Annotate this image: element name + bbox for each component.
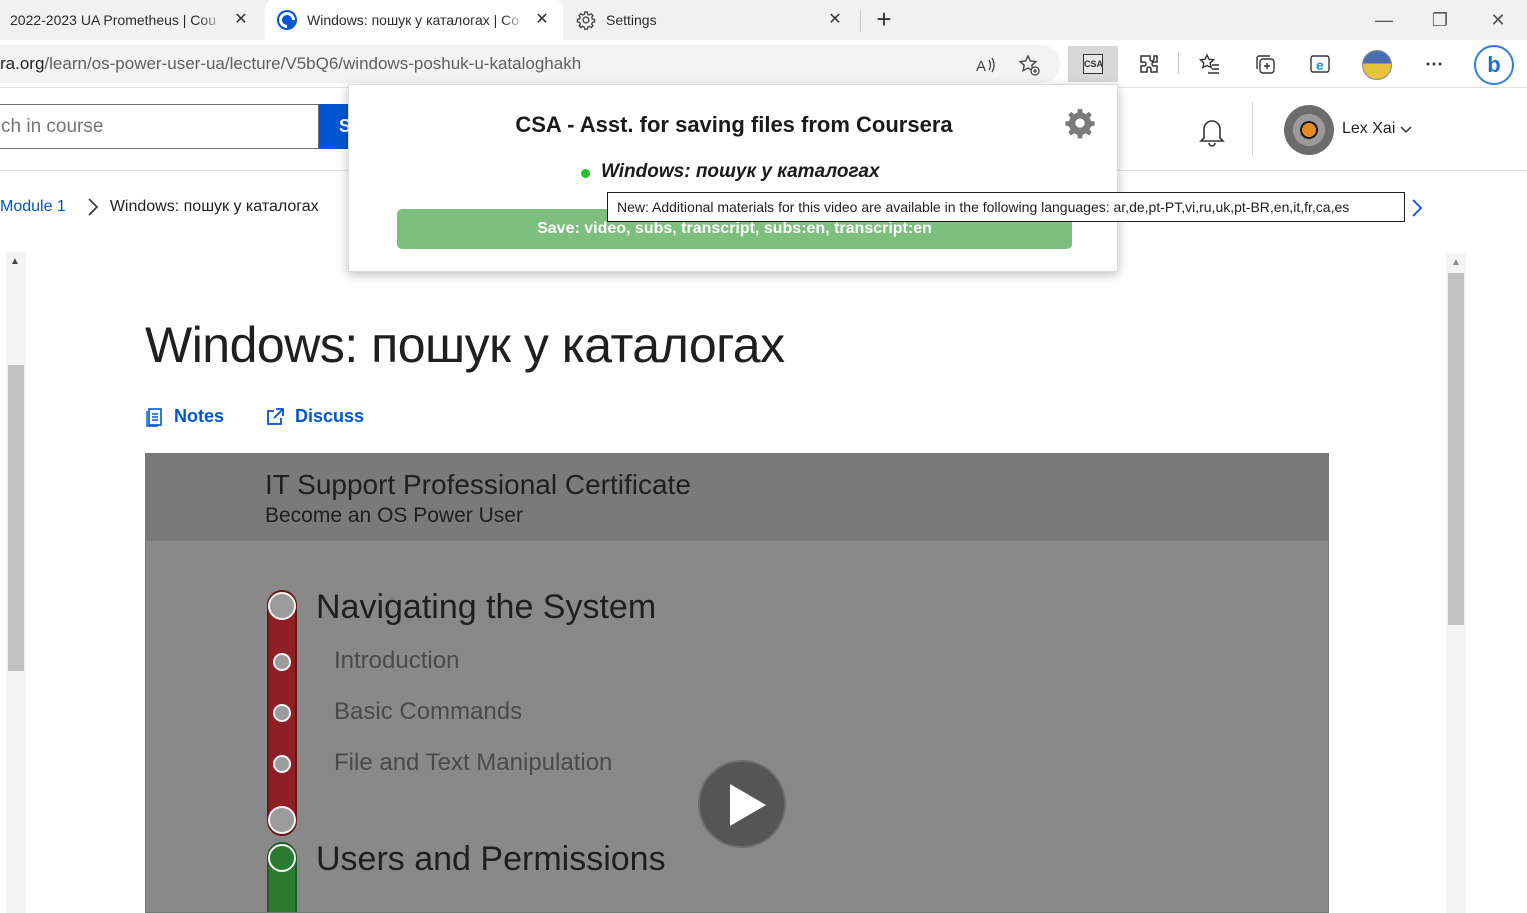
bing-chat-button[interactable]: b: [1474, 45, 1514, 85]
svg-text:A: A: [976, 58, 986, 75]
window-close-button[interactable]: ✕: [1486, 8, 1510, 32]
new-tab-button[interactable]: +: [870, 6, 898, 34]
discuss-button[interactable]: Discuss: [265, 406, 364, 427]
scroll-thumb[interactable]: [8, 365, 24, 671]
slide-list-item: Introduction: [334, 647, 460, 674]
track-node: [268, 806, 296, 834]
video-slide-header: IT Support Professional Certificate Beco…: [146, 454, 1328, 541]
minimize-button[interactable]: —: [1372, 8, 1396, 32]
scroll-up-icon[interactable]: ▲: [10, 256, 20, 267]
breadcrumb-module-link[interactable]: Module 1: [0, 198, 66, 216]
svg-text:e: e: [1316, 57, 1324, 73]
track-node: [273, 653, 291, 671]
close-icon[interactable]: ✕: [232, 11, 250, 29]
track-node: [273, 704, 291, 722]
url-path: /learn/os-power-user-ua/lecture/V5bQ6/wi…: [44, 54, 582, 73]
external-link-icon: [267, 407, 284, 425]
breadcrumb: Module 1 Windows: пошук у каталогах: [0, 195, 319, 219]
next-item-arrow-icon[interactable]: [1408, 198, 1426, 218]
popup-title: CSA - Asst. for saving files from Course…: [515, 112, 953, 137]
read-aloud-icon[interactable]: A: [974, 54, 996, 76]
url-text[interactable]: ra.org/learn/os-power-user-ua/lecture/V5…: [0, 54, 581, 74]
track-node: [268, 592, 296, 620]
status-indicator: [581, 169, 590, 178]
tab-divider: [860, 10, 861, 32]
tab-strip: 2022-2023 UA Prometheus | Cou ✕ Windows:…: [0, 0, 1527, 40]
toolbar-divider: [1178, 52, 1179, 74]
ie-mode-icon[interactable]: e: [1307, 52, 1333, 78]
gear-icon[interactable]: [1064, 107, 1096, 139]
video-player[interactable]: IT Support Professional Certificate Beco…: [145, 453, 1329, 913]
coursera-favicon-icon: [277, 10, 297, 30]
favorites-icon[interactable]: [1197, 52, 1223, 78]
popup-video-name: Windows: пошук у каталогах: [601, 161, 880, 182]
gear-icon: [576, 11, 596, 30]
restore-button[interactable]: ❐: [1428, 8, 1452, 32]
add-favorite-icon[interactable]: [1018, 54, 1040, 76]
user-name[interactable]: Lex Xai: [1342, 120, 1395, 138]
collections-icon[interactable]: [1252, 52, 1278, 78]
track-node: [268, 844, 296, 872]
tab-label: Settings: [606, 12, 657, 28]
browser-window: 2022-2023 UA Prometheus | Cou ✕ Windows:…: [0, 0, 1527, 913]
course-search-input[interactable]: [0, 104, 319, 149]
lecture-title: Windows: пошук у каталогах: [145, 317, 785, 373]
extensions-icon[interactable]: [1136, 52, 1162, 78]
tab-settings[interactable]: Settings ✕: [566, 0, 856, 40]
csa-extension-icon: CSA: [1083, 54, 1103, 74]
profile-avatar[interactable]: [1362, 50, 1392, 80]
close-icon[interactable]: ✕: [826, 11, 844, 29]
notes-icon: [146, 407, 162, 427]
slide-list-item: Basic Commands: [334, 698, 523, 725]
notes-label: Notes: [174, 406, 225, 426]
header-divider: [1252, 102, 1253, 156]
scroll-up-icon[interactable]: ▲: [1451, 257, 1461, 268]
play-button[interactable]: [698, 760, 786, 848]
right-scrollbar[interactable]: ▲: [1446, 253, 1466, 913]
left-scrollbar[interactable]: ▲: [6, 252, 26, 913]
notes-button[interactable]: Notes: [146, 406, 224, 427]
browser-toolbar: ra.org/learn/os-power-user-ua/lecture/V5…: [0, 40, 1527, 88]
address-bar[interactable]: ra.org/learn/os-power-user-ua/lecture/V5…: [0, 45, 1060, 83]
tab-current-lecture[interactable]: Windows: пошук у каталогах | Co ✕: [265, 0, 563, 40]
tab-label: Windows: пошук у каталогах | Co: [307, 12, 520, 28]
slide-header-title: IT Support Professional Certificate: [265, 469, 691, 500]
close-icon[interactable]: ✕: [533, 11, 551, 29]
slide-section-heading: Users and Permissions: [316, 840, 666, 878]
tab-label: 2022-2023 UA Prometheus | Cou: [10, 12, 216, 28]
chevron-right-icon: [88, 198, 98, 216]
slide-list-item: File and Text Manipulation: [334, 749, 613, 776]
more-options-icon[interactable]: [1421, 52, 1447, 78]
tab-prometheus[interactable]: 2022-2023 UA Prometheus | Cou ✕: [0, 0, 262, 40]
csa-extension-button[interactable]: CSA: [1068, 46, 1118, 82]
csa-extension-popup: CSA - Asst. for saving files from Course…: [348, 84, 1118, 272]
breadcrumb-current: Windows: пошук у каталогах: [109, 198, 319, 215]
discuss-label: Discuss: [295, 406, 365, 426]
user-avatar[interactable]: [1284, 105, 1334, 155]
chevron-down-icon[interactable]: [1398, 121, 1414, 137]
languages-tooltip: New: Additional materials for this video…: [607, 192, 1405, 222]
url-host: ra.org: [0, 54, 45, 73]
scroll-thumb[interactable]: [1448, 273, 1464, 625]
slide-header-subtitle: Become an OS Power User: [265, 504, 523, 527]
slide-section-heading: Navigating the System: [316, 588, 657, 626]
track-node: [273, 755, 291, 773]
notification-bell-icon[interactable]: [1196, 114, 1228, 148]
